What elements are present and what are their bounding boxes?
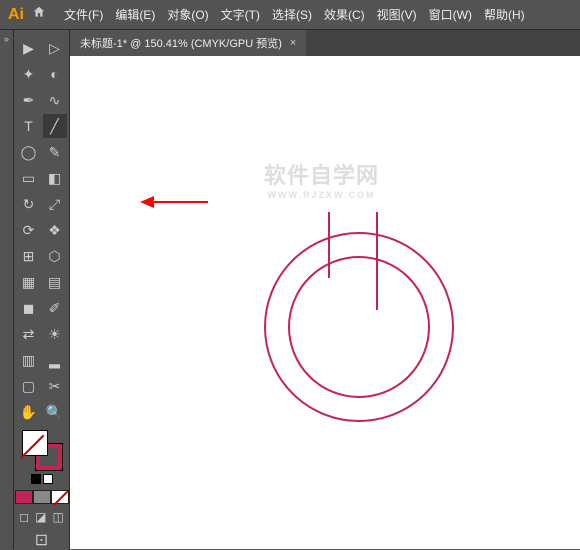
direct-selection-tool[interactable]: ▷ [43, 36, 67, 60]
eraser-tool[interactable]: ◧ [43, 166, 67, 190]
width-tool[interactable]: ⟳ [17, 218, 41, 242]
artwork-vertical-line-1 [328, 212, 330, 278]
paintbrush-tool[interactable]: ✎ [43, 140, 67, 164]
lasso-tool[interactable]: ◐ [43, 62, 67, 86]
draw-normal-icon[interactable]: ◻ [19, 510, 29, 524]
symbol-sprayer-tool[interactable]: ☀ [43, 322, 67, 346]
free-transform-tool[interactable]: ❖ [43, 218, 67, 242]
type-tool[interactable]: T [17, 114, 41, 138]
menu-file[interactable]: 文件(F) [58, 6, 109, 23]
menu-type[interactable]: 文字(T) [215, 6, 266, 23]
menu-help[interactable]: 帮助(H) [478, 6, 531, 23]
hand-tool[interactable]: ✋ [17, 400, 41, 424]
menu-view[interactable]: 视图(V) [371, 6, 423, 23]
document-tab[interactable]: 未标题-1* @ 150.41% (CMYK/GPU 预览) × [70, 30, 306, 56]
rectangle-tool[interactable]: ▭ [17, 166, 41, 190]
slice-select-tool[interactable]: ✂ [43, 374, 67, 398]
fill-swatch[interactable] [22, 430, 48, 456]
app-logo: Ai [8, 6, 24, 24]
workspace: 未标题-1* @ 150.41% (CMYK/GPU 预览) × 软件自学网 W… [70, 30, 580, 549]
document-tab-title: 未标题-1* @ 150.41% (CMYK/GPU 预览) [80, 35, 282, 51]
pen-tool[interactable]: ✒ [17, 88, 41, 112]
artwork-inner-circle [288, 256, 430, 398]
shape-builder-tool[interactable]: ⊞ [17, 244, 41, 268]
zoom-tool[interactable]: 🔍 [43, 400, 67, 424]
document-tabbar: 未标题-1* @ 150.41% (CMYK/GPU 预览) × [70, 30, 580, 56]
watermark-main: 软件自学网 [264, 158, 379, 190]
default-fill-stroke-icon[interactable] [31, 474, 41, 484]
watermark-sub: WWW.RJZXW.COM [264, 190, 379, 200]
home-icon[interactable] [32, 5, 46, 24]
swap-fill-stroke-icon[interactable] [43, 474, 53, 484]
selection-tool[interactable]: ▶ [17, 36, 41, 60]
artboard-tool[interactable]: ▂ [43, 348, 67, 372]
menu-object[interactable]: 对象(O) [161, 6, 214, 23]
fill-stroke-swatches: ◻ ◪ ◫ ⊡ [15, 430, 69, 550]
watermark: 软件自学网 WWW.RJZXW.COM [264, 158, 379, 200]
magic-wand-tool[interactable]: ✦ [17, 62, 41, 86]
gradient-tool[interactable]: ◼ [17, 296, 41, 320]
scale-tool[interactable]: ⤢ [43, 192, 67, 216]
line-segment-tool[interactable]: ╱ [43, 114, 67, 138]
draw-behind-icon[interactable]: ◪ [35, 510, 46, 524]
canvas[interactable]: 软件自学网 WWW.RJZXW.COM [70, 56, 580, 549]
menu-select[interactable]: 选择(S) [266, 6, 318, 23]
panel-collapse[interactable]: » [0, 30, 14, 549]
menu-effect[interactable]: 效果(C) [318, 6, 371, 23]
close-tab-icon[interactable]: × [290, 37, 296, 49]
eyedropper-tool[interactable]: ✐ [43, 296, 67, 320]
collapse-icon: » [4, 34, 9, 549]
toolbar: ▶▷ ✦◐ ✒∿ T╱ ◯✎ ▭◧ ↻⤢ ⟳❖ ⊞⬡ ▦▤ ◼✐ ⇄☀ ▥▂ ▢… [14, 30, 70, 549]
menubar: Ai 文件(F) 编辑(E) 对象(O) 文字(T) 选择(S) 效果(C) 视… [0, 0, 580, 30]
slice-tool[interactable]: ▢ [17, 374, 41, 398]
mesh-tool[interactable]: ▤ [43, 270, 67, 294]
rotate-tool[interactable]: ↻ [17, 192, 41, 216]
screen-mode-tool[interactable]: ⊡ [35, 530, 48, 550]
color-swatch-1[interactable] [15, 490, 33, 504]
menu-edit[interactable]: 编辑(E) [109, 6, 161, 23]
ellipse-tool[interactable]: ◯ [17, 140, 41, 164]
curvature-tool[interactable]: ∿ [43, 88, 67, 112]
column-graph-tool[interactable]: ▥ [17, 348, 41, 372]
artwork-vertical-line-2 [376, 212, 378, 310]
color-swatch-none[interactable] [51, 490, 69, 504]
perspective-grid-tool[interactable]: ▦ [17, 270, 41, 294]
color-swatch-2[interactable] [33, 490, 51, 504]
draw-inside-icon[interactable]: ◫ [52, 510, 63, 524]
live-paint-tool[interactable]: ⬡ [43, 244, 67, 268]
blend-tool[interactable]: ⇄ [17, 322, 41, 346]
menu-window[interactable]: 窗口(W) [423, 6, 478, 23]
annotation-arrow-icon [140, 190, 210, 214]
